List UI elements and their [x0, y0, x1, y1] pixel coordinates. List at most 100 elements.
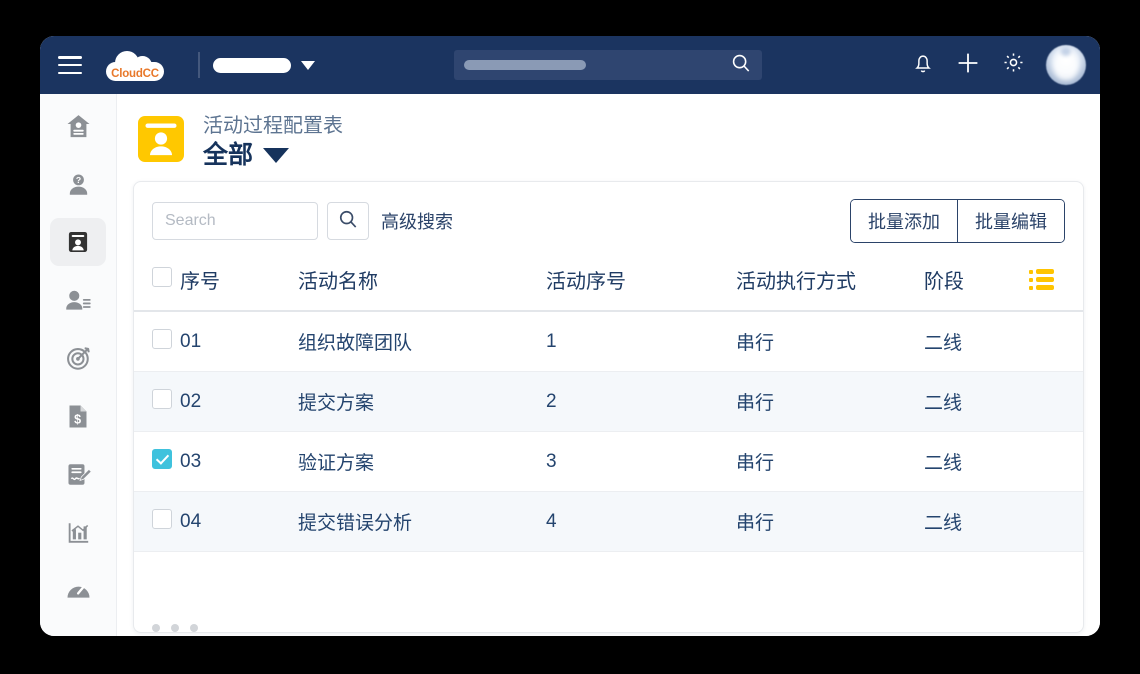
table-body: 01 组织故障团队 1 串行 二线 02 提交方案 2 串行 二线 03 验证方案 3 串行 二线 04 提交错…	[134, 311, 1083, 552]
sidebar-item-reports[interactable]	[50, 508, 106, 556]
contact-book-icon	[65, 229, 91, 255]
row-checkbox[interactable]	[152, 388, 172, 409]
page-subtitle: 活动过程配置表	[203, 114, 343, 137]
app-window: CloudCC ? $ 活动过程配置表 全部 Search 高级搜索 批量添加 …	[40, 36, 1100, 636]
invoice-dollar-icon: $	[65, 403, 91, 430]
sidebar-item-targets[interactable]	[50, 334, 106, 382]
table-row[interactable]: 04 提交错误分析 4 串行 二线	[134, 491, 1083, 552]
person-list-icon	[64, 287, 92, 314]
cell-stage: 二线	[924, 491, 1029, 552]
column-settings-header	[1029, 256, 1083, 312]
bell-icon[interactable]	[912, 51, 934, 80]
gauge-icon	[65, 579, 92, 602]
svg-text:?: ?	[75, 174, 80, 184]
cell-name[interactable]: 提交方案	[298, 371, 546, 432]
avatar[interactable]	[1046, 45, 1086, 85]
plus-icon[interactable]	[955, 50, 981, 81]
cloud-icon: CloudCC	[106, 51, 164, 81]
gear-icon[interactable]	[1002, 51, 1025, 79]
search-button[interactable]	[327, 202, 369, 240]
row-select-cell	[134, 491, 180, 552]
cell-seq: 3	[546, 431, 736, 492]
main-content: 活动过程配置表 全部 Search 高级搜索 批量添加 批量编辑 序号 活动名称…	[117, 94, 1100, 636]
table-header-row: 序号 活动名称 活动序号 活动执行方式 阶段	[134, 256, 1083, 312]
page-title: 全部	[203, 140, 254, 169]
sidebar-item-contacts[interactable]	[50, 218, 106, 266]
advanced-search-link[interactable]: 高级搜索	[381, 208, 453, 234]
table-row[interactable]: 03 验证方案 3 串行 二线	[134, 431, 1083, 492]
row-checkbox[interactable]	[152, 448, 172, 469]
sidebar-item-invoices[interactable]: $	[50, 392, 106, 440]
sidebar-item-leads[interactable]	[50, 276, 106, 324]
search-input[interactable]	[152, 202, 318, 240]
sidebar-item-help[interactable]: ?	[50, 160, 106, 208]
row-end-cell	[1029, 431, 1083, 492]
sidebar-item-contracts[interactable]	[50, 450, 106, 498]
top-navigation-bar: CloudCC	[40, 36, 1100, 94]
row-end-cell	[1029, 491, 1083, 552]
bar-chart-icon	[65, 519, 91, 546]
sidebar-item-dashboard[interactable]	[50, 566, 106, 614]
table-row[interactable]: 02 提交方案 2 串行 二线	[134, 371, 1083, 432]
row-checkbox[interactable]	[152, 508, 172, 529]
cell-sn: 04	[180, 491, 298, 552]
global-search-box[interactable]	[454, 50, 762, 80]
cell-mode: 串行	[736, 431, 924, 492]
pager-dots[interactable]	[134, 610, 1083, 632]
batch-edit-button[interactable]: 批量编辑	[957, 200, 1064, 242]
row-select-cell	[134, 371, 180, 432]
svg-text:$: $	[74, 412, 81, 426]
person-question-icon: ?	[65, 171, 92, 198]
header-seq[interactable]: 活动序号	[546, 256, 736, 312]
cell-name[interactable]: 组织故障团队	[298, 311, 546, 372]
target-icon	[65, 345, 92, 372]
list-toolbar: 高级搜索 批量添加 批量编辑	[134, 182, 1083, 256]
logo-text: CloudCC	[111, 68, 159, 80]
document-signature-icon	[65, 461, 92, 488]
triangle-down-icon[interactable]	[263, 147, 290, 163]
cell-sn: 03	[180, 431, 298, 492]
cell-mode: 串行	[736, 311, 924, 372]
header-mode[interactable]: 活动执行方式	[736, 256, 924, 312]
search-icon	[337, 208, 359, 235]
list-card: 高级搜索 批量添加 批量编辑 序号 活动名称	[133, 181, 1084, 633]
table-row[interactable]: 01 组织故障团队 1 串行 二线	[134, 311, 1083, 372]
select-all-header	[134, 256, 180, 312]
list-settings-icon[interactable]	[1029, 269, 1083, 290]
activity-table: 序号 活动名称 活动序号 活动执行方式 阶段 01 组织故障团队 1 串行 二线…	[134, 256, 1083, 552]
row-checkbox[interactable]	[152, 328, 172, 349]
cell-stage: 二线	[924, 431, 1029, 492]
hamburger-menu-icon[interactable]	[58, 56, 82, 74]
cell-name[interactable]: 验证方案	[298, 431, 546, 492]
search-icon[interactable]	[730, 52, 752, 79]
cloudcc-logo[interactable]: CloudCC	[106, 45, 164, 85]
cell-stage: 二线	[924, 311, 1029, 372]
pager-dot[interactable]	[190, 624, 198, 632]
sidebar: ? $	[40, 94, 117, 636]
chevron-down-icon[interactable]	[301, 60, 315, 70]
row-end-cell	[1029, 311, 1083, 372]
pager-dot[interactable]	[152, 624, 160, 632]
header-stage[interactable]: 阶段	[924, 256, 1029, 312]
row-select-cell	[134, 311, 180, 372]
header-sn[interactable]: 序号	[180, 256, 298, 312]
global-search-input[interactable]	[464, 60, 586, 70]
cell-mode: 串行	[736, 491, 924, 552]
sidebar-item-home[interactable]	[50, 102, 106, 150]
page-contact-book-icon	[137, 114, 185, 169]
page-header: 活动过程配置表 全部	[133, 110, 1084, 181]
cell-name[interactable]: 提交错误分析	[298, 491, 546, 552]
row-end-cell	[1029, 371, 1083, 432]
home-person-icon	[65, 113, 92, 140]
pager-dot[interactable]	[171, 624, 179, 632]
cell-stage: 二线	[924, 371, 1029, 432]
header-name[interactable]: 活动名称	[298, 256, 546, 312]
batch-add-button[interactable]: 批量添加	[851, 200, 957, 242]
org-selector-value[interactable]	[213, 57, 291, 73]
topbar-actions	[912, 36, 1086, 94]
batch-actions-group: 批量添加 批量编辑	[850, 199, 1065, 243]
cell-sn: 02	[180, 371, 298, 432]
cell-seq: 4	[546, 491, 736, 552]
select-all-checkbox[interactable]	[152, 266, 172, 287]
row-select-cell	[134, 431, 180, 492]
